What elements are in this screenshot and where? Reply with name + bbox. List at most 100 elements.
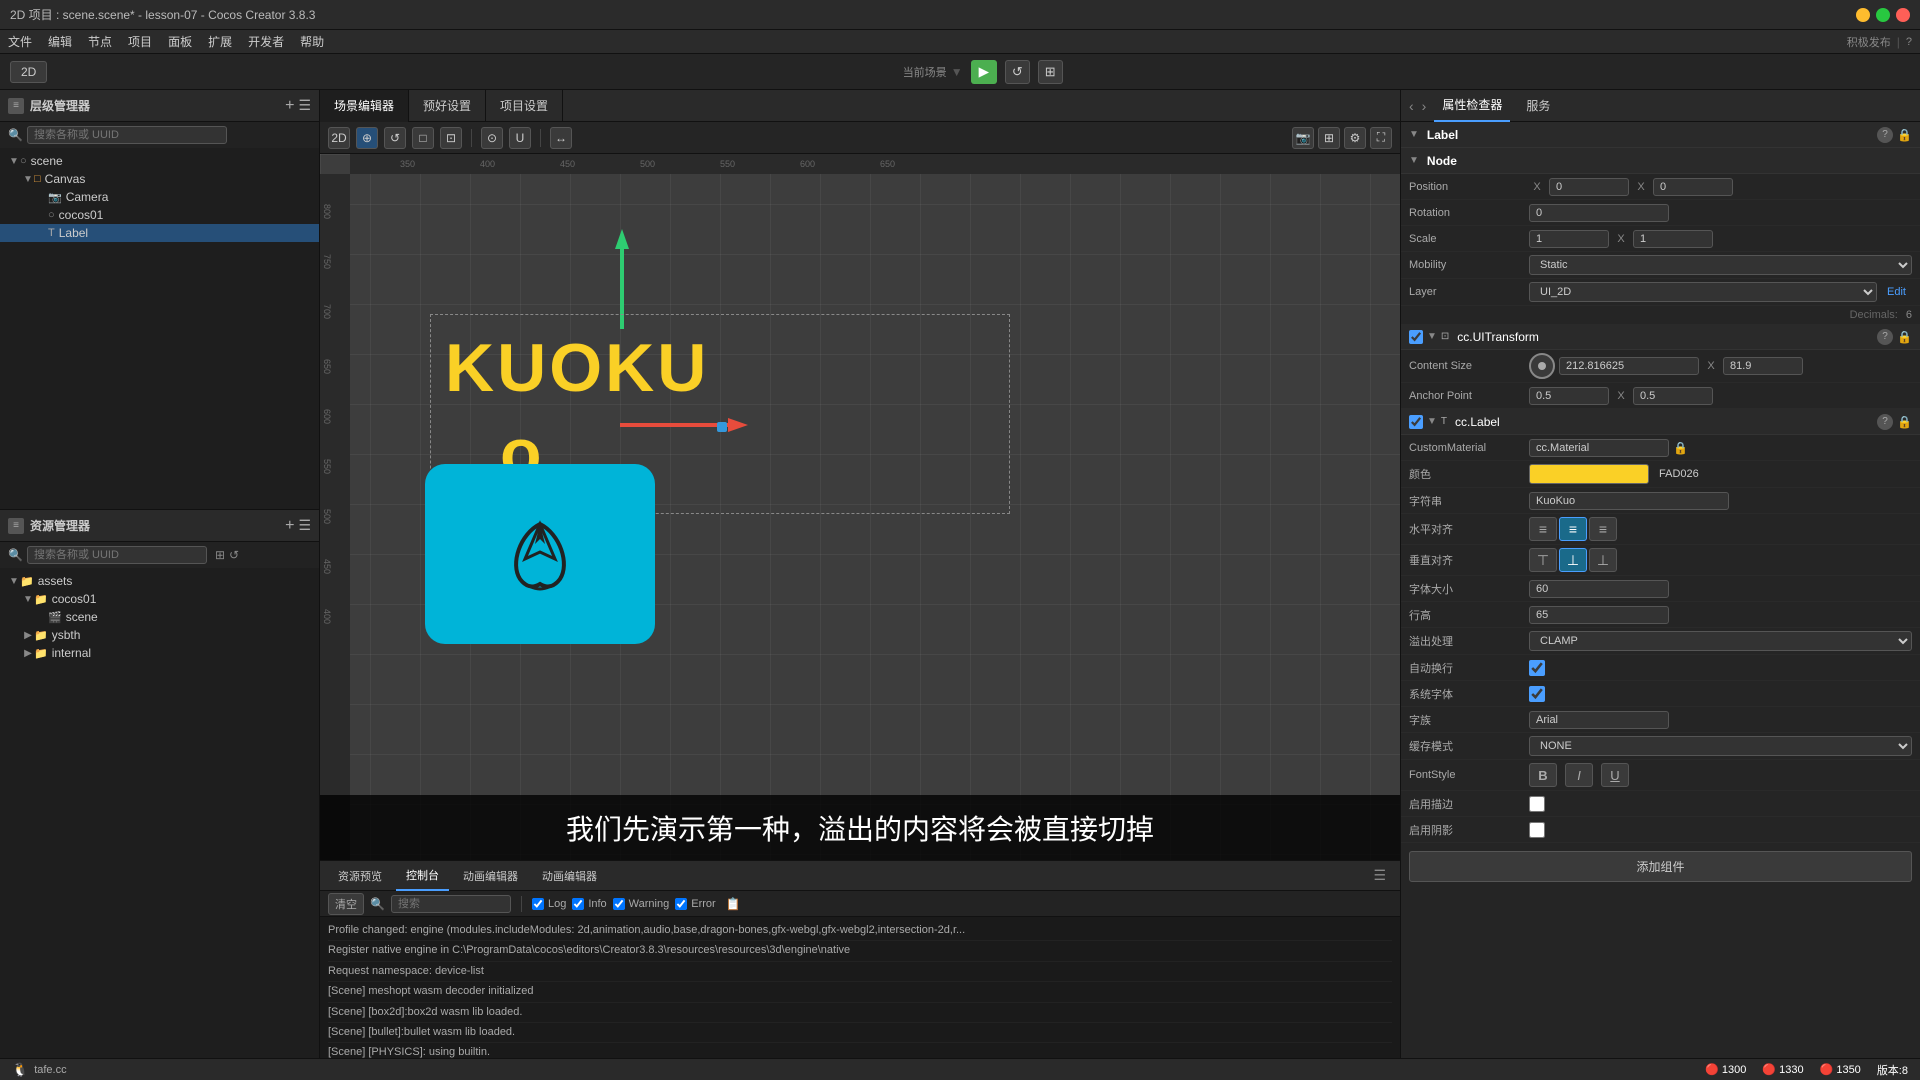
menu-project[interactable]: 项目 xyxy=(128,33,152,50)
cclabel-check[interactable] xyxy=(1409,415,1423,429)
hierarchy-search-input[interactable] xyxy=(27,126,227,144)
minimize-button[interactable] xyxy=(1856,8,1870,22)
tree-arrow-ysbth[interactable]: ▶ xyxy=(22,629,34,641)
maximize-button[interactable] xyxy=(1876,8,1890,22)
tree-arrow-assets[interactable]: ▼ xyxy=(8,575,20,587)
close-button[interactable] xyxy=(1896,8,1910,22)
assets-item-scene[interactable]: ▶ 🎬 scene xyxy=(0,608,319,626)
font-italic-btn[interactable]: I xyxy=(1565,763,1593,787)
filter-warning-check[interactable] xyxy=(613,898,625,910)
material-lock-icon[interactable]: 🔒 xyxy=(1673,441,1688,455)
camera-btn[interactable]: 📷 xyxy=(1292,127,1314,149)
layer-dropdown[interactable]: UI_2D xyxy=(1529,282,1877,302)
font-bold-btn[interactable]: B xyxy=(1529,763,1557,787)
snap-btn[interactable]: ⊙ xyxy=(481,127,503,149)
label-section-header[interactable]: ▼ Label ? 🔒 xyxy=(1401,122,1920,148)
tree-arrow-canvas[interactable]: ▼ xyxy=(22,173,34,185)
assets-menu-btn[interactable]: ☰ xyxy=(298,517,311,535)
filter-log-check[interactable] xyxy=(532,898,544,910)
uitransform-help-icon[interactable]: ? xyxy=(1877,329,1893,345)
custom-material-input[interactable] xyxy=(1529,439,1669,457)
font-underline-btn[interactable]: U xyxy=(1601,763,1629,787)
mobility-dropdown[interactable]: Static xyxy=(1529,255,1912,275)
filter-info[interactable]: Info xyxy=(572,898,606,910)
layer-edit-btn[interactable]: Edit xyxy=(1881,284,1912,300)
overflow-dropdown[interactable]: CLAMP SHRINK RESIZE_HEIGHT NONE xyxy=(1529,631,1912,651)
h-align-right-btn[interactable]: ≡ xyxy=(1589,517,1617,541)
console-search-input[interactable] xyxy=(391,895,511,913)
menu-extend[interactable]: 扩展 xyxy=(208,33,232,50)
fullscreen-btn[interactable]: ⛶ xyxy=(1370,127,1392,149)
assets-item-assets[interactable]: ▼ 📁 assets xyxy=(0,572,319,590)
outline-check[interactable] xyxy=(1529,796,1545,812)
tab-asset-preview[interactable]: 资源预览 xyxy=(328,861,392,891)
console-copy-icon[interactable]: 📋 xyxy=(726,897,741,911)
uitransform-lock-icon[interactable]: 🔒 xyxy=(1897,330,1912,344)
tree-item-cocos01[interactable]: ▶ ○ cocos01 xyxy=(0,206,319,224)
anchor-x-input[interactable] xyxy=(1529,387,1609,405)
cclabel-lock-icon[interactable]: 🔒 xyxy=(1897,415,1912,429)
tree-arrow-scene[interactable]: ▼ xyxy=(8,155,20,167)
label-help-icon[interactable]: ? xyxy=(1877,127,1893,143)
rotation-input[interactable] xyxy=(1529,204,1669,222)
tab-animation-editor2[interactable]: 动画编辑器 xyxy=(532,861,607,891)
anchor-y-input[interactable] xyxy=(1633,387,1713,405)
label-lock-icon[interactable]: 🔒 xyxy=(1897,128,1912,142)
line-height-input[interactable] xyxy=(1529,606,1669,624)
content-size-y-input[interactable] xyxy=(1723,357,1803,375)
shadow-check[interactable] xyxy=(1529,822,1545,838)
position-x-input[interactable] xyxy=(1549,178,1629,196)
assets-item-cocos01[interactable]: ▼ 📁 cocos01 xyxy=(0,590,319,608)
assets-item-internal[interactable]: ▶ 📁 internal xyxy=(0,644,319,662)
publish-btn[interactable]: 积极发布 xyxy=(1847,34,1891,50)
font-size-input[interactable] xyxy=(1529,580,1669,598)
filter-info-check[interactable] xyxy=(572,898,584,910)
h-align-left-btn[interactable]: ≡ xyxy=(1529,517,1557,541)
auto-wrap-check[interactable] xyxy=(1529,660,1545,676)
props-nav-forward[interactable]: › xyxy=(1422,98,1427,114)
tab-animation-editor[interactable]: 动画编辑器 xyxy=(453,861,528,891)
mode-2d-btn[interactable]: 2D xyxy=(10,61,47,83)
menu-edit[interactable]: 编辑 xyxy=(48,33,72,50)
menu-node[interactable]: 节点 xyxy=(88,33,112,50)
scene-view[interactable]: 350 400 450 500 550 600 650 800 750 700 … xyxy=(320,154,1400,860)
system-font-check[interactable] xyxy=(1529,686,1545,702)
add-component-btn[interactable]: 添加组件 xyxy=(1409,851,1912,882)
assets-add-btn[interactable]: + xyxy=(285,517,294,535)
font-family-input[interactable] xyxy=(1529,711,1669,729)
play-button[interactable]: ▶ xyxy=(971,60,997,84)
hierarchy-add-btn[interactable]: + xyxy=(285,97,294,115)
v-align-bottom-btn[interactable]: ⊥ xyxy=(1589,548,1617,572)
menu-help[interactable]: 帮助 xyxy=(300,33,324,50)
assets-sort-btn[interactable]: ⊞ xyxy=(215,548,225,562)
content-size-x-input[interactable] xyxy=(1559,357,1699,375)
tree-item-canvas[interactable]: ▼ □ Canvas xyxy=(0,170,319,188)
assets-item-ysbth[interactable]: ▶ 📁 ysbth xyxy=(0,626,319,644)
color-swatch[interactable] xyxy=(1529,464,1649,484)
uitransform-check[interactable] xyxy=(1409,330,1423,344)
cclabel-help-icon[interactable]: ? xyxy=(1877,414,1893,430)
uitransform-section-header[interactable]: ▼ ⊡ cc.UITransform ? 🔒 xyxy=(1401,324,1920,350)
tab-project-settings[interactable]: 项目设置 xyxy=(486,90,563,122)
tab-scene-editor[interactable]: 场景编辑器 xyxy=(320,90,409,122)
props-nav-back[interactable]: ‹ xyxy=(1409,98,1414,114)
tree-item-scene[interactable]: ▼ ○ scene xyxy=(0,152,319,170)
scale-tool-btn[interactable]: □ xyxy=(412,127,434,149)
tree-item-label[interactable]: ▶ T Label xyxy=(0,224,319,242)
menu-panel[interactable]: 面板 xyxy=(168,33,192,50)
tree-arrow-cocos01-assets[interactable]: ▼ xyxy=(22,593,34,605)
cclabel-section-header[interactable]: ▼ T cc.Label ? 🔒 xyxy=(1401,409,1920,435)
console-menu-btn[interactable]: ☰ xyxy=(1367,867,1392,884)
tab-services[interactable]: 服务 xyxy=(1518,90,1558,122)
filter-log[interactable]: Log xyxy=(532,898,566,910)
cache-mode-dropdown[interactable]: NONE BITMAP CHAR xyxy=(1529,736,1912,756)
tree-arrow-internal[interactable]: ▶ xyxy=(22,647,34,659)
menu-file[interactable]: 文件 xyxy=(8,33,32,50)
move-tool-btn[interactable]: ⊕ xyxy=(356,127,378,149)
scale-y-input[interactable] xyxy=(1633,230,1713,248)
scene-2d-btn[interactable]: 2D xyxy=(328,127,350,149)
tab-console[interactable]: 控制台 xyxy=(396,861,449,891)
node-section-header[interactable]: ▼ Node xyxy=(1401,148,1920,174)
settings-gear-btn[interactable]: ⚙ xyxy=(1344,127,1366,149)
filter-warning[interactable]: Warning xyxy=(613,898,670,910)
